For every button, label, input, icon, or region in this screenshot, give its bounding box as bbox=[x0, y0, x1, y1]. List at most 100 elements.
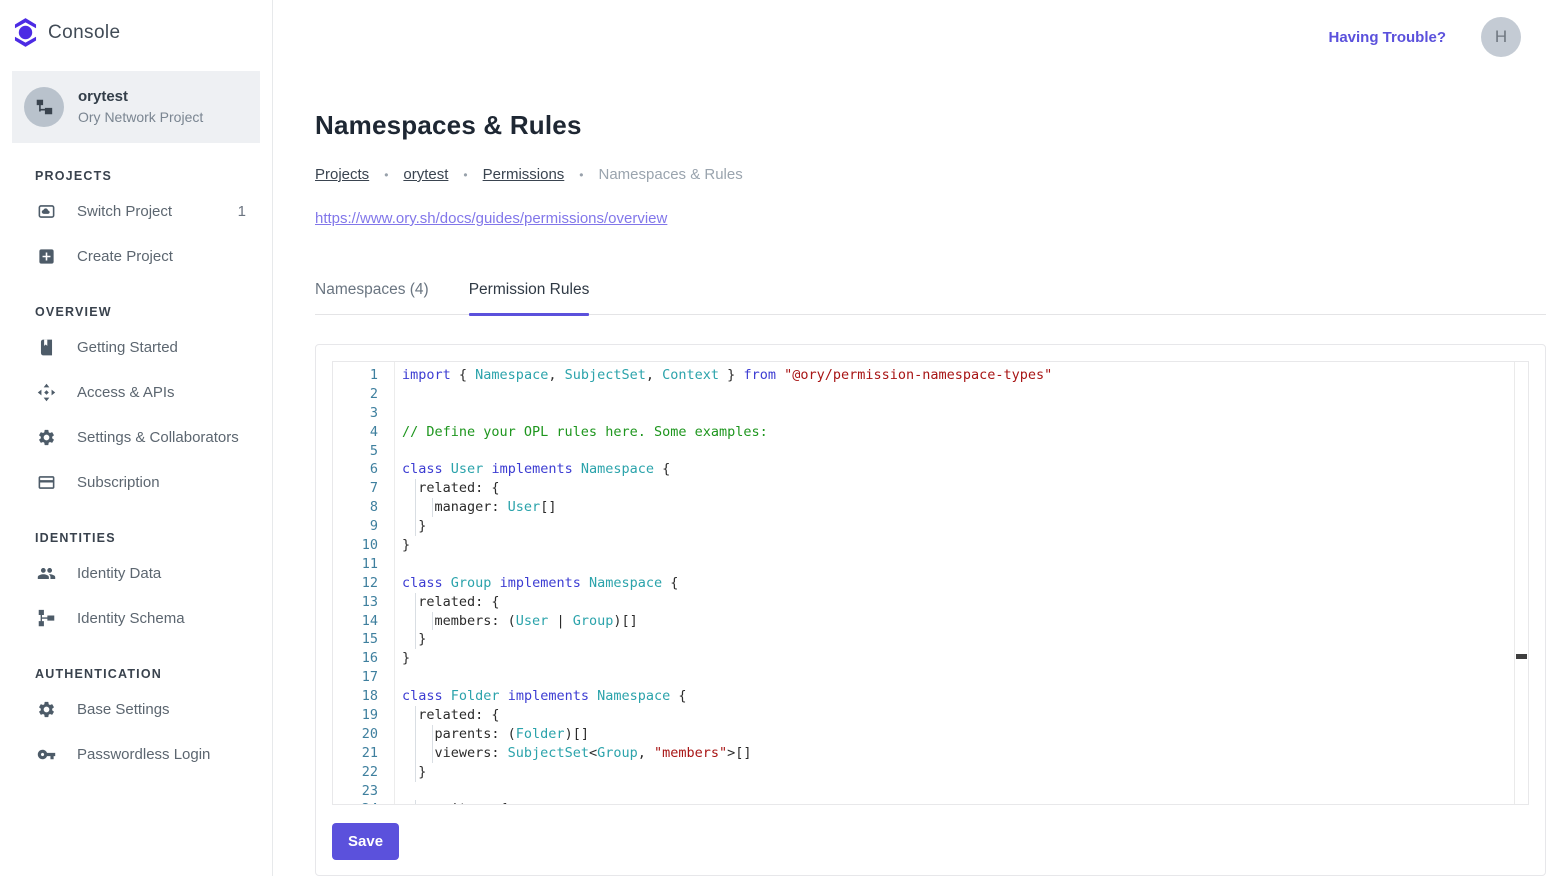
breadcrumb-link-projects[interactable]: Projects bbox=[315, 166, 369, 183]
nav-section-identities: IDENTITIESIdentity DataIdentity Schema bbox=[0, 531, 272, 641]
permission-rules-panel: 1import { Namespace, SubjectSet, Context… bbox=[315, 344, 1546, 876]
line-content bbox=[394, 668, 1528, 687]
code-editor[interactable]: 1import { Namespace, SubjectSet, Context… bbox=[332, 361, 1529, 805]
line-content: members: (User | Group)[] bbox=[394, 612, 1528, 631]
sidebar-item-identity-schema[interactable]: Identity Schema bbox=[0, 596, 272, 641]
line-content: } bbox=[394, 536, 1528, 555]
brand-name: Console bbox=[48, 22, 121, 44]
line-content: import { Namespace, SubjectSet, Context … bbox=[394, 366, 1528, 385]
nav-section-label: AUTHENTICATION bbox=[0, 667, 272, 687]
line-number: 8 bbox=[333, 498, 394, 517]
having-trouble-link[interactable]: Having Trouble? bbox=[1328, 29, 1446, 46]
line-content bbox=[394, 385, 1528, 404]
gear-icon bbox=[37, 700, 56, 719]
tab-permission-rules[interactable]: Permission Rules bbox=[469, 281, 590, 314]
user-avatar[interactable]: H bbox=[1481, 17, 1521, 57]
indent-guide bbox=[415, 744, 416, 763]
line-number: 14 bbox=[333, 612, 394, 631]
project-type: Ory Network Project bbox=[78, 107, 203, 127]
line-number: 6 bbox=[333, 460, 394, 479]
sidebar-item-settings-collaborators[interactable]: Settings & Collaborators bbox=[0, 415, 272, 460]
line-number: 23 bbox=[333, 782, 394, 801]
scrollbar-track bbox=[1514, 362, 1515, 804]
tab-namespaces-4-[interactable]: Namespaces (4) bbox=[315, 281, 429, 314]
code-line: 24 permits = { bbox=[333, 800, 1528, 805]
sidebar-item-subscription[interactable]: Subscription bbox=[0, 460, 272, 505]
code-line: 16} bbox=[333, 649, 1528, 668]
indent-guide bbox=[415, 479, 416, 498]
nav-section-label: PROJECTS bbox=[0, 169, 272, 189]
code-line: 19 related: { bbox=[333, 706, 1528, 725]
indent-guide bbox=[415, 612, 416, 631]
breadcrumb-separator: • bbox=[463, 168, 467, 182]
code-line: 12class Group implements Namespace { bbox=[333, 574, 1528, 593]
indent-guide bbox=[415, 593, 416, 612]
current-project-card[interactable]: orytest Ory Network Project bbox=[12, 71, 260, 143]
line-number: 21 bbox=[333, 744, 394, 763]
project-avatar-icon bbox=[24, 87, 64, 127]
code-line: 8 manager: User[] bbox=[333, 498, 1528, 517]
code-line: 6class User implements Namespace { bbox=[333, 460, 1528, 479]
sidebar-item-passwordless-login[interactable]: Passwordless Login bbox=[0, 732, 272, 777]
sidebar-item-access-apis[interactable]: Access & APIs bbox=[0, 370, 272, 415]
line-number: 2 bbox=[333, 385, 394, 404]
line-content bbox=[394, 782, 1528, 801]
page-title: Namespaces & Rules bbox=[315, 110, 1546, 141]
line-number: 9 bbox=[333, 517, 394, 536]
line-content bbox=[394, 404, 1528, 423]
line-number: 13 bbox=[333, 593, 394, 612]
code-line: 1import { Namespace, SubjectSet, Context… bbox=[333, 366, 1528, 385]
sidebar-item-label: Access & APIs bbox=[77, 384, 246, 401]
indent-guide bbox=[415, 763, 416, 782]
line-content bbox=[394, 442, 1528, 461]
schema-icon bbox=[37, 609, 56, 628]
breadcrumb-link-permissions[interactable]: Permissions bbox=[483, 166, 565, 183]
line-number: 16 bbox=[333, 649, 394, 668]
docs-link[interactable]: https://www.ory.sh/docs/guides/permissio… bbox=[315, 210, 667, 227]
sidebar: Console orytest Ory Network Project PROJ… bbox=[0, 0, 273, 876]
indent-guide bbox=[415, 630, 416, 649]
sidebar-item-getting-started[interactable]: Getting Started bbox=[0, 325, 272, 370]
arrows-icon bbox=[37, 383, 56, 402]
breadcrumb-current: Namespaces & Rules bbox=[599, 166, 743, 183]
ory-logo-icon bbox=[14, 18, 37, 47]
topbar: Having Trouble? H bbox=[315, 0, 1546, 74]
line-number: 10 bbox=[333, 536, 394, 555]
sidebar-item-identity-data[interactable]: Identity Data bbox=[0, 551, 272, 596]
line-number: 18 bbox=[333, 687, 394, 706]
plus-square-icon bbox=[37, 247, 56, 266]
sidebar-item-create-project[interactable]: Create Project bbox=[0, 234, 272, 279]
save-button[interactable]: Save bbox=[332, 823, 399, 860]
line-content: } bbox=[394, 630, 1528, 649]
line-number: 22 bbox=[333, 763, 394, 782]
sidebar-item-label: Subscription bbox=[77, 474, 246, 491]
code-line: 7 related: { bbox=[333, 479, 1528, 498]
scrollbar-thumb[interactable] bbox=[1516, 654, 1527, 659]
code-line: 21 viewers: SubjectSet<Group, "members">… bbox=[333, 744, 1528, 763]
code-line: 9 } bbox=[333, 517, 1528, 536]
line-content: permits = { bbox=[394, 800, 1528, 805]
line-content: // Define your OPL rules here. Some exam… bbox=[394, 423, 1528, 442]
indent-guide bbox=[415, 517, 416, 536]
brand-logo-row[interactable]: Console bbox=[0, 0, 272, 59]
indent-guide bbox=[432, 612, 433, 631]
code-line: 17 bbox=[333, 668, 1528, 687]
code-line: 13 related: { bbox=[333, 593, 1528, 612]
line-content: related: { bbox=[394, 706, 1528, 725]
line-number: 19 bbox=[333, 706, 394, 725]
breadcrumb-separator: • bbox=[384, 168, 388, 182]
breadcrumb-link-orytest[interactable]: orytest bbox=[403, 166, 448, 183]
sidebar-item-base-settings[interactable]: Base Settings bbox=[0, 687, 272, 732]
code-line: 18class Folder implements Namespace { bbox=[333, 687, 1528, 706]
line-number: 4 bbox=[333, 423, 394, 442]
code-line: 2 bbox=[333, 385, 1528, 404]
cloud-project-icon bbox=[37, 202, 56, 221]
nav-section-overview: OVERVIEWGetting StartedAccess & APIsSett… bbox=[0, 305, 272, 505]
nav-section-authentication: AUTHENTICATIONBase SettingsPasswordless … bbox=[0, 667, 272, 777]
indent-guide bbox=[432, 498, 433, 517]
main-content: Having Trouble? H Namespaces & Rules Pro… bbox=[273, 0, 1556, 876]
indent-guide bbox=[415, 800, 416, 805]
line-number: 3 bbox=[333, 404, 394, 423]
line-number: 20 bbox=[333, 725, 394, 744]
sidebar-item-switch-project[interactable]: Switch Project1 bbox=[0, 189, 272, 234]
